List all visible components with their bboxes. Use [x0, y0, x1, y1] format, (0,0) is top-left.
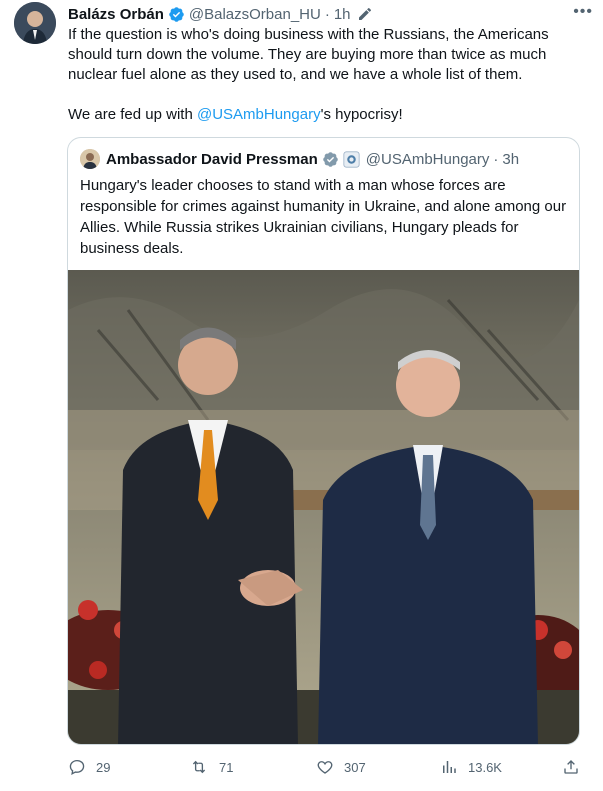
heart-icon [317, 761, 333, 774]
avatar[interactable] [14, 2, 56, 44]
quoted-avatar [80, 149, 100, 169]
retweet-button[interactable]: 71 [189, 756, 233, 778]
tweet: Balázs Orbán @BalazsOrban_HU · 1h ••• If… [0, 0, 603, 791]
quoted-tweet-photo[interactable] [68, 270, 579, 744]
tweet-text-before-mention: We are fed up with [68, 106, 197, 123]
share-button[interactable] [562, 756, 590, 778]
author-name[interactable]: Balázs Orbán [68, 6, 164, 23]
retweet-count: 71 [219, 759, 234, 775]
quoted-separator-dot: · [493, 150, 499, 168]
quoted-author-handle[interactable]: @USAmbHungary [366, 151, 490, 168]
edited-pencil-icon[interactable] [357, 6, 373, 22]
tweet-header: Balázs Orbán @BalazsOrban_HU · 1h ••• [68, 3, 593, 25]
more-options-icon[interactable]: ••• [573, 3, 593, 21]
timestamp[interactable]: 1h [334, 6, 351, 23]
verified-badge-icon [168, 6, 185, 23]
quoted-timestamp[interactable]: 3h [502, 151, 519, 168]
retweet-icon [192, 760, 206, 774]
tweet-text-after-mention: 's hypocrisy! [320, 106, 403, 123]
tweet-text: If the question is who's doing business … [68, 25, 588, 125]
tweet-paragraph-1: If the question is who's doing business … [68, 26, 549, 83]
verified-badge-gray-icon [322, 151, 339, 168]
quoted-tweet-header: Ambassador David Pressman @USAmbHungary … [80, 148, 519, 170]
separator-dot: · [324, 5, 330, 23]
author-handle[interactable]: @BalazsOrban_HU [189, 6, 321, 23]
tweet-actions: 29 71 307 13.6K [68, 756, 588, 778]
share-icon [564, 760, 578, 774]
quoted-tweet-text: Hungary's leader chooses to stand with a… [80, 177, 567, 257]
view-count: 13.6K [468, 759, 502, 775]
analytics-icon [443, 761, 456, 773]
mention-link[interactable]: @USAmbHungary [197, 106, 321, 123]
quoted-tweet[interactable]: Ambassador David Pressman @USAmbHungary … [67, 137, 580, 745]
quoted-author-name[interactable]: Ambassador David Pressman [106, 151, 318, 168]
like-button[interactable]: 307 [316, 756, 366, 778]
tweet-paragraph-2: We are fed up with @USAmbHungary's hypoc… [68, 105, 588, 125]
reply-icon [69, 759, 85, 775]
reply-button[interactable]: 29 [68, 756, 110, 778]
views-button[interactable]: 13.6K [440, 756, 502, 778]
government-seal-icon [343, 150, 360, 168]
like-count: 307 [344, 759, 366, 775]
reply-count: 29 [96, 759, 111, 775]
